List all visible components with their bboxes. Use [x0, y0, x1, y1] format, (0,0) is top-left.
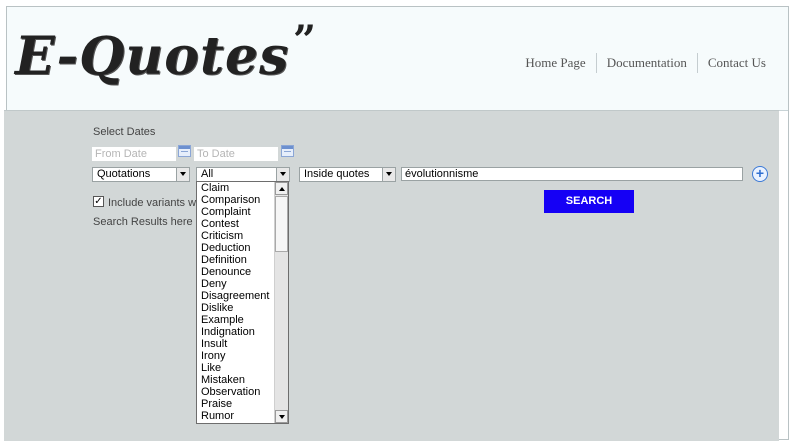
dropdown-option[interactable]: Disagreement: [197, 290, 275, 302]
nav-contact-us[interactable]: Contact Us: [698, 55, 776, 71]
dropdown-option[interactable]: Criticism: [197, 230, 275, 242]
dropdown-option[interactable]: Indignation: [197, 326, 275, 338]
search-input[interactable]: évolutionnisme: [401, 167, 743, 181]
dropdown-option[interactable]: Irony: [197, 350, 275, 362]
from-date-input[interactable]: From Date: [92, 147, 176, 161]
search-button[interactable]: SEARCH: [544, 190, 634, 213]
category-dropdown-list[interactable]: Claim Comparison Complaint Contest Criticism…: [196, 181, 289, 424]
chevron-down-icon[interactable]: [176, 168, 189, 181]
source-select-value: Quotations: [97, 168, 151, 180]
dropdown-option[interactable]: Praise: [197, 398, 275, 410]
category-select[interactable]: All: [196, 167, 290, 182]
dropdown-option[interactable]: Complaint: [197, 206, 275, 218]
include-variants-label: Include variants wi: [108, 197, 199, 209]
dropdown-option[interactable]: Claim: [197, 182, 275, 194]
category-select-value: All: [201, 168, 214, 180]
chevron-down-icon[interactable]: [276, 168, 289, 181]
dropdown-option[interactable]: Like: [197, 362, 275, 374]
dropdown-option[interactable]: Contest: [197, 218, 275, 230]
dropdown-option[interactable]: Rumor: [197, 410, 275, 422]
dropdown-option[interactable]: Comparison: [197, 194, 275, 206]
dropdown-scrollbar[interactable]: [274, 182, 288, 423]
site-logo[interactable]: E-Quotes: [15, 25, 289, 89]
dropdown-option[interactable]: Dislike: [197, 302, 275, 314]
chevron-down-icon[interactable]: [382, 168, 395, 181]
dropdown-option[interactable]: Insult: [197, 338, 275, 350]
category-options: Claim Comparison Complaint Contest Criticism…: [197, 182, 275, 422]
scope-select-value: Inside quotes: [304, 168, 370, 180]
search-results-label: Search Results here: [93, 216, 193, 228]
calendar-icon[interactable]: [281, 145, 294, 157]
dropdown-option[interactable]: Definition: [197, 254, 275, 266]
scroll-down-icon[interactable]: [275, 410, 288, 423]
site-header: E-Quotes ” Home Page Documentation Conta…: [7, 7, 788, 111]
scroll-up-icon[interactable]: [275, 182, 288, 195]
to-date-input[interactable]: To Date: [194, 147, 278, 161]
add-criteria-icon[interactable]: +: [752, 166, 768, 182]
nav-documentation[interactable]: Documentation: [597, 55, 697, 71]
top-nav: Home Page Documentation Contact Us: [515, 53, 776, 73]
dropdown-option[interactable]: Mistaken: [197, 374, 275, 386]
select-dates-label: Select Dates: [93, 126, 156, 138]
scroll-thumb[interactable]: [275, 196, 288, 252]
logo-quote-mark: ”: [293, 17, 317, 64]
dropdown-option[interactable]: Denounce: [197, 266, 275, 278]
nav-home-page[interactable]: Home Page: [515, 55, 595, 71]
source-select[interactable]: Quotations: [92, 167, 190, 182]
dropdown-option[interactable]: Deny: [197, 278, 275, 290]
scope-select[interactable]: Inside quotes: [299, 167, 396, 182]
dropdown-option[interactable]: Deduction: [197, 242, 275, 254]
include-variants-checkbox[interactable]: ✓: [93, 196, 104, 207]
dropdown-option[interactable]: Example: [197, 314, 275, 326]
calendar-icon[interactable]: [178, 145, 191, 157]
dropdown-option[interactable]: Observation: [197, 386, 275, 398]
